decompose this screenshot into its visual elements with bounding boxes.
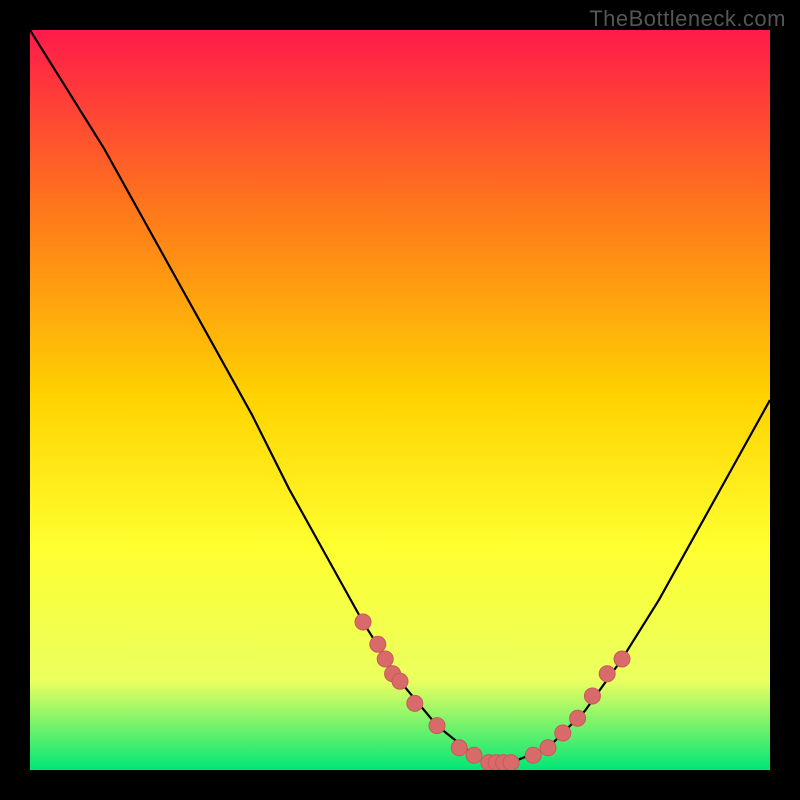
- curve-marker: [584, 688, 600, 704]
- curve-marker: [370, 636, 386, 652]
- watermark-text: TheBottleneck.com: [589, 6, 786, 32]
- curve-marker: [570, 710, 586, 726]
- curve-marker: [614, 651, 630, 667]
- curve-marker: [377, 651, 393, 667]
- curve-marker: [525, 747, 541, 763]
- chart-plot-area: [30, 30, 770, 770]
- curve-marker: [451, 740, 467, 756]
- curve-marker: [407, 695, 423, 711]
- curve-marker: [540, 740, 556, 756]
- chart-svg: [30, 30, 770, 770]
- curve-marker: [599, 666, 615, 682]
- gradient-background: [30, 30, 770, 770]
- curve-marker: [429, 718, 445, 734]
- curve-marker: [503, 755, 519, 770]
- curve-marker: [555, 725, 571, 741]
- curve-marker: [355, 614, 371, 630]
- curve-marker: [392, 673, 408, 689]
- curve-marker: [466, 747, 482, 763]
